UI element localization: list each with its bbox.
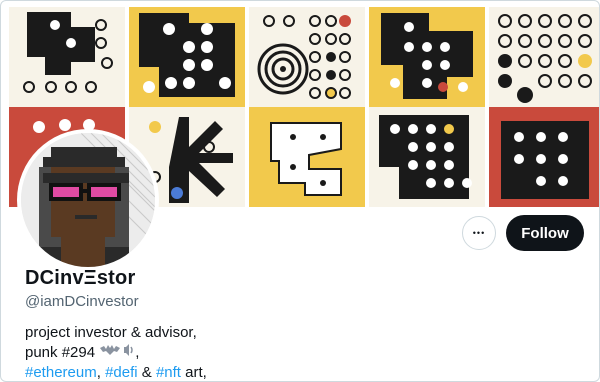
display-name: DCinvΞstor xyxy=(25,267,136,289)
follow-button[interactable]: Follow xyxy=(506,215,584,251)
banner-art-tile xyxy=(9,7,125,107)
more-icon: ••• xyxy=(472,228,486,238)
sound-waves-icon xyxy=(121,343,135,363)
bio-text: project investor & advisor, xyxy=(25,324,197,341)
more-options-button[interactable]: ••• xyxy=(462,216,496,250)
bio-text: punk #294 xyxy=(25,344,96,361)
banner-art-tile xyxy=(129,7,245,107)
banner-art-tile xyxy=(369,7,485,107)
bio-line: project investor & advisor, xyxy=(25,323,207,343)
bio-text: art, xyxy=(185,364,207,382)
banner-art-tile xyxy=(489,7,599,107)
follow-label: Follow xyxy=(521,224,569,242)
profile-card: ••• Follow DCinvΞstor @iamDCinvestor pro… xyxy=(0,0,600,382)
hashtag-link[interactable]: #nft xyxy=(156,364,181,381)
banner-art-tile xyxy=(369,107,485,207)
username: @iamDCinvestor xyxy=(25,293,139,310)
hashtag-link[interactable]: #ethereum xyxy=(25,364,97,381)
bio-text: , xyxy=(135,344,140,361)
bat-emoji-icon xyxy=(99,343,121,363)
banner-art-tile xyxy=(249,107,365,207)
bio-text: & xyxy=(141,364,152,382)
avatar[interactable] xyxy=(21,133,155,267)
bio-text: , xyxy=(96,364,101,382)
bio-line: punk #294 , xyxy=(25,343,207,363)
hashtag-link[interactable]: #defi xyxy=(105,364,138,381)
banner-art-tile xyxy=(489,107,599,207)
profile-bio: project investor & advisor, punk #294 , … xyxy=(25,323,207,382)
bio-line: #ethereum, #defi & #nft art, xyxy=(25,363,207,382)
avatar-ring xyxy=(17,129,159,271)
banner-art-tile xyxy=(249,7,365,107)
